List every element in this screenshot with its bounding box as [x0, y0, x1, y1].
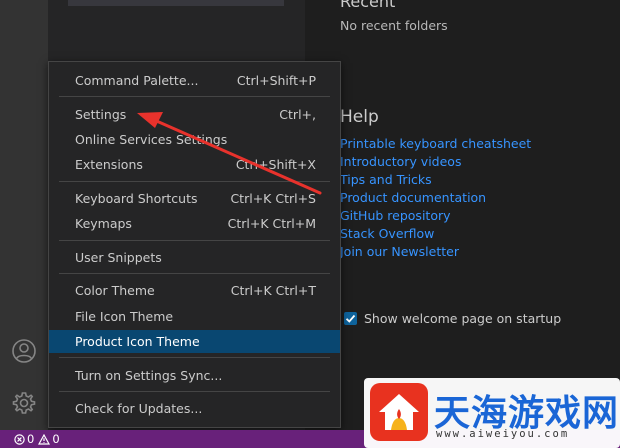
menu-item-label: Color Theme: [75, 283, 155, 298]
menu-item-shortcut: Ctrl+Shift+P: [236, 73, 316, 88]
activity-bar: [0, 0, 48, 430]
menu-item-product-icon-theme[interactable]: Product Icon Theme: [49, 330, 340, 353]
help-title: Help: [340, 107, 379, 127]
recent-title: Recent: [340, 0, 396, 11]
error-icon: [14, 433, 25, 445]
menu-item-label: Keymaps: [75, 216, 132, 231]
welcome-page: Recent No recent folders Help Printable …: [305, 0, 620, 430]
menu-item-user-snippets[interactable]: User Snippets: [49, 246, 340, 269]
menu-item-settings-sync[interactable]: Turn on Settings Sync...: [49, 364, 340, 387]
menu-separator: [59, 96, 330, 97]
menu-item-settings[interactable]: Settings Ctrl+,: [49, 103, 340, 126]
menu-item-label: Command Palette...: [75, 73, 199, 88]
menu-item-shortcut: Ctrl+Shift+X: [235, 157, 316, 172]
link-newsletter[interactable]: Join our Newsletter: [340, 243, 531, 261]
menu-item-command-palette[interactable]: Command Palette... Ctrl+Shift+P: [49, 69, 340, 92]
menu-item-check-for-updates[interactable]: Check for Updates...: [49, 397, 340, 420]
link-github-repository[interactable]: GitHub repository: [340, 207, 531, 225]
startup-label: Show welcome page on startup: [364, 311, 562, 326]
menu-item-label: Product Icon Theme: [75, 334, 200, 349]
link-tips-and-tricks[interactable]: Tips and Tricks: [340, 171, 531, 189]
warning-count: 0: [52, 432, 60, 446]
check-icon: [345, 314, 356, 323]
watermark-url: www.aiweiyou.com: [436, 428, 570, 440]
status-errors[interactable]: 0: [14, 432, 34, 446]
startup-checkbox[interactable]: [344, 312, 357, 325]
menu-item-online-services-settings[interactable]: Online Services Settings: [49, 128, 340, 151]
status-warnings[interactable]: 0: [38, 432, 60, 446]
menu-item-label: User Snippets: [75, 250, 162, 265]
startup-option: Show welcome page on startup: [344, 311, 561, 326]
account-icon[interactable]: [10, 337, 38, 365]
menu-item-label: Turn on Settings Sync...: [75, 368, 223, 383]
menu-item-color-theme[interactable]: Color Theme Ctrl+K Ctrl+T: [49, 279, 340, 302]
link-keyboard-cheatsheet[interactable]: Printable keyboard cheatsheet: [340, 135, 531, 153]
menu-item-label: Online Services Settings: [75, 132, 228, 147]
help-links: Printable keyboard cheatsheet Introducto…: [340, 135, 531, 261]
menu-item-shortcut: Ctrl+K Ctrl+S: [230, 191, 316, 206]
menu-item-file-icon-theme[interactable]: File Icon Theme: [49, 305, 340, 328]
menu-separator: [59, 240, 330, 241]
menu-item-label: Extensions: [75, 157, 143, 172]
menu-item-shortcut: Ctrl+,: [279, 107, 316, 122]
manage-menu: Command Palette... Ctrl+Shift+P Settings…: [48, 61, 341, 428]
menu-separator: [59, 273, 330, 274]
house-logo-icon: [370, 383, 428, 441]
menu-item-keyboard-shortcuts[interactable]: Keyboard Shortcuts Ctrl+K Ctrl+S: [49, 187, 340, 210]
menu-separator: [59, 357, 330, 358]
menu-item-shortcut: Ctrl+K Ctrl+M: [227, 216, 316, 231]
gear-icon[interactable]: [10, 389, 38, 417]
link-product-documentation[interactable]: Product documentation: [340, 189, 531, 207]
link-introductory-videos[interactable]: Introductory videos: [340, 153, 531, 171]
menu-item-label: File Icon Theme: [75, 309, 174, 324]
menu-separator: [59, 181, 330, 182]
watermark-logo: 天海游戏网 www.aiweiyou.com: [364, 378, 620, 448]
link-stack-overflow[interactable]: Stack Overflow: [340, 225, 531, 243]
menu-item-extensions[interactable]: Extensions Ctrl+Shift+X: [49, 153, 340, 176]
menu-separator: [59, 391, 330, 392]
menu-item-keymaps[interactable]: Keymaps Ctrl+K Ctrl+M: [49, 212, 340, 235]
warning-icon: [38, 433, 51, 445]
menu-item-label: Settings: [75, 107, 127, 122]
recent-empty-text: No recent folders: [340, 18, 448, 33]
menu-item-label: Check for Updates...: [75, 401, 203, 416]
error-count: 0: [27, 432, 35, 446]
menu-item-shortcut: Ctrl+K Ctrl+T: [230, 283, 316, 298]
menu-item-label: Keyboard Shortcuts: [75, 191, 198, 206]
sidebar-selected-row[interactable]: [68, 0, 284, 6]
